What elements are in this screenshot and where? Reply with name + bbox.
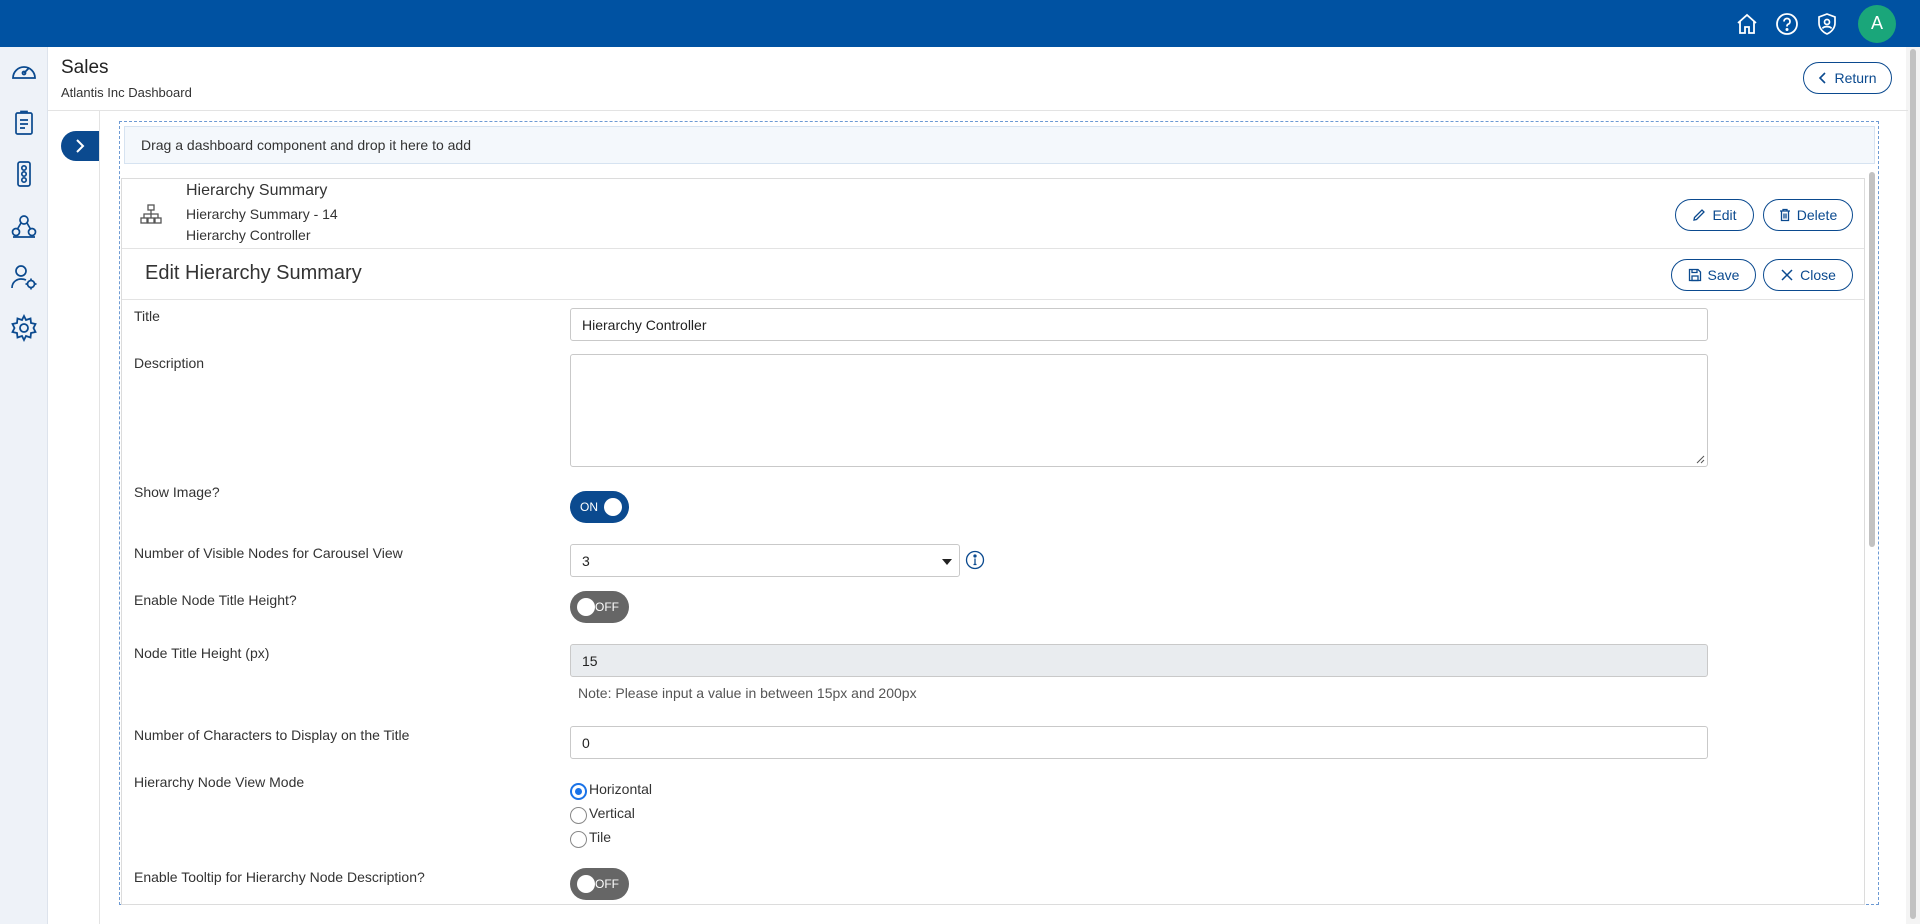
gear-icon[interactable] <box>9 313 39 343</box>
view-mode-option-label: Tile <box>589 828 612 845</box>
enable-title-height-toggle[interactable]: OFF <box>570 591 629 623</box>
close-icon <box>1781 269 1793 281</box>
editor-header: Edit Hierarchy Summary Save Close <box>122 250 1864 300</box>
title-chars-label: Number of Characters to Display on the T… <box>134 727 410 743</box>
radio-button[interactable] <box>570 831 587 848</box>
chevron-right-icon <box>76 139 85 153</box>
delete-label: Delete <box>1796 207 1838 223</box>
view-mode-tile[interactable]: Tile <box>570 828 612 848</box>
return-button[interactable]: Return <box>1803 62 1892 94</box>
tooltip-toggle[interactable]: OFF <box>570 868 629 900</box>
chevron-down-icon <box>942 559 952 565</box>
page-scrollbar-thumb[interactable] <box>1910 49 1916 919</box>
traffic-light-icon[interactable] <box>9 159 39 189</box>
page-title: Sales <box>61 57 109 78</box>
expand-panel-button[interactable] <box>61 131 99 161</box>
delete-button[interactable]: Delete <box>1763 199 1853 231</box>
hierarchy-icon <box>140 204 162 224</box>
visible-nodes-value: 3 <box>582 552 590 569</box>
toggle-knob <box>577 598 595 616</box>
show-image-label: Show Image? <box>134 484 220 500</box>
panel-scrollbar-thumb[interactable] <box>1869 172 1875 547</box>
component-id: Hierarchy Summary - 14 <box>186 206 338 222</box>
return-label: Return <box>1834 70 1877 86</box>
title-height-note: Note: Please input a value in between 15… <box>578 685 917 701</box>
radio-button[interactable] <box>570 807 587 824</box>
view-mode-option-label: Horizontal <box>589 780 653 797</box>
left-nav <box>0 47 48 924</box>
network-icon[interactable] <box>9 211 39 241</box>
tooltip-state: OFF <box>595 877 619 891</box>
edit-label: Edit <box>1712 207 1737 223</box>
toggle-knob <box>604 498 622 516</box>
page-subtitle: Atlantis Inc Dashboard <box>61 85 192 100</box>
view-mode-horizontal[interactable]: Horizontal <box>570 780 653 800</box>
document-icon[interactable] <box>9 108 39 138</box>
visible-nodes-label: Number of Visible Nodes for Carousel Vie… <box>134 545 403 561</box>
title-height-label: Node Title Height (px) <box>134 645 270 661</box>
dashboard-gauge-icon[interactable] <box>9 57 39 87</box>
visible-nodes-select[interactable]: 3 <box>570 544 960 577</box>
tooltip-label: Enable Tooltip for Hierarchy Node Descri… <box>134 869 425 885</box>
page-scrollbar[interactable] <box>1906 47 1920 924</box>
user-shield-icon[interactable] <box>1812 9 1842 39</box>
pencil-icon <box>1693 209 1706 221</box>
chevron-left-icon <box>1819 72 1827 84</box>
user-settings-icon[interactable] <box>9 262 39 292</box>
header-divider <box>48 110 1908 111</box>
info-icon[interactable] <box>965 550 985 570</box>
resize-grip-icon[interactable] <box>1695 454 1705 464</box>
save-button[interactable]: Save <box>1671 259 1756 291</box>
description-label: Description <box>134 355 205 371</box>
title-input[interactable]: Hierarchy Controller <box>570 308 1708 341</box>
component-panel: Hierarchy Summary Hierarchy Summary - 14… <box>121 178 1865 905</box>
radio-button[interactable] <box>570 783 587 800</box>
home-icon[interactable] <box>1732 9 1762 39</box>
component-title: Hierarchy Controller <box>186 227 311 243</box>
title-label: Title <box>134 308 160 324</box>
enable-title-height-state: OFF <box>595 600 619 614</box>
edit-button[interactable]: Edit <box>1675 199 1754 231</box>
help-icon[interactable] <box>1772 9 1802 39</box>
enable-title-height-label: Enable Node Title Height? <box>134 592 297 608</box>
save-label: Save <box>1707 267 1740 283</box>
view-mode-label: Hierarchy Node View Mode <box>134 774 305 790</box>
editor-heading: Edit Hierarchy Summary <box>145 262 362 284</box>
toggle-knob <box>577 875 595 893</box>
title-chars-input[interactable]: 0 <box>570 726 1708 759</box>
trash-icon <box>1779 208 1790 222</box>
panel-scrollbar[interactable] <box>1868 172 1876 912</box>
show-image-toggle[interactable]: ON <box>570 491 629 523</box>
title-height-input[interactable]: 15 <box>570 644 1708 677</box>
description-textarea[interactable] <box>570 354 1708 467</box>
dropzone-hint: Drag a dashboard component and drop it h… <box>124 126 1875 164</box>
component-name: Hierarchy Summary <box>186 182 328 199</box>
component-header: Hierarchy Summary Hierarchy Summary - 14… <box>122 179 1864 249</box>
save-icon <box>1688 268 1701 282</box>
view-mode-option-label: Vertical <box>589 804 635 821</box>
top-bar: A <box>0 0 1920 47</box>
view-mode-vertical[interactable]: Vertical <box>570 804 635 824</box>
show-image-state: ON <box>580 500 598 514</box>
close-button[interactable]: Close <box>1763 259 1853 291</box>
close-label: Close <box>1800 267 1836 283</box>
top-bar-actions: A <box>1732 0 1896 47</box>
avatar[interactable]: A <box>1858 4 1896 43</box>
content-divider <box>99 110 100 924</box>
